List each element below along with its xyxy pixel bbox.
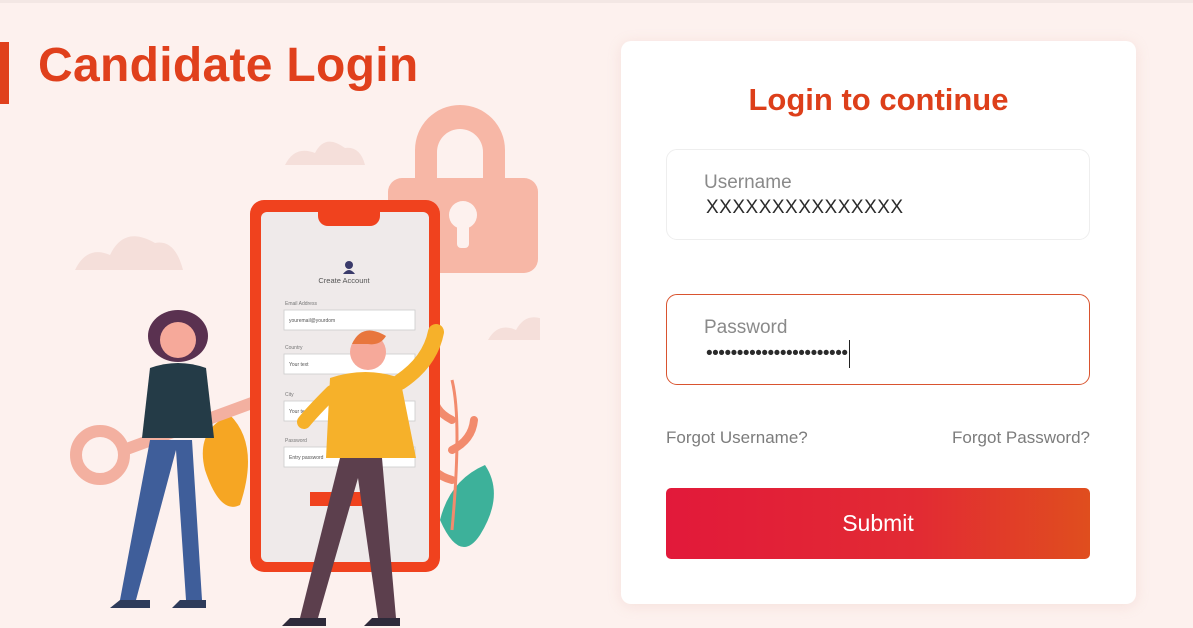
title-accent-bar [0,42,9,104]
phone-value-email: youremail@yourdom [289,318,335,324]
phone-value-password: Entry password [289,455,324,461]
top-divider [0,0,1193,3]
phone-label-password: Password [285,438,307,444]
forgot-username-link[interactable]: Forgot Username? [666,428,808,448]
phone-value-country: Your text [289,362,309,368]
text-cursor [848,340,850,368]
submit-button[interactable]: Submit [666,488,1090,559]
page-title: Candidate Login [38,39,419,92]
password-label: Password [704,317,788,338]
username-field[interactable]: Username XXXXXXXXXXXXXXX [666,149,1090,240]
forgot-password-link[interactable]: Forgot Password? [952,428,1090,448]
phone-label-email: Email Address [285,301,317,307]
phone-label-city: City [285,392,294,398]
login-illustration: Create Account Email Address Country Cit… [70,105,540,626]
login-heading: Login to continue [748,82,1009,117]
password-field[interactable]: Password ••••••••••••••••••••••• [666,294,1090,385]
password-mask: ••••••••••••••••••••••• [706,343,848,365]
username-label: Username [704,172,792,193]
password-value[interactable]: ••••••••••••••••••••••• [706,340,850,368]
phone-label-country: Country [285,345,303,351]
phone-heading: Create Account [318,276,370,285]
username-value[interactable]: XXXXXXXXXXXXXXX [706,197,904,219]
